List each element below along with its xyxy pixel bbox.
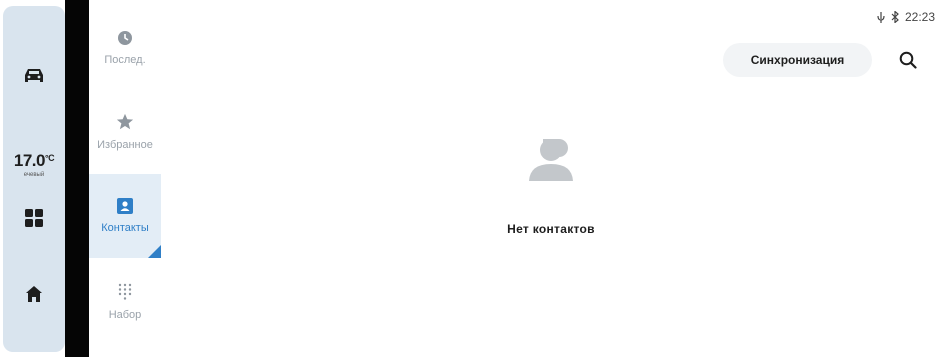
tab-favorites[interactable]: Избранное <box>89 90 161 174</box>
contact-card-icon <box>117 198 133 214</box>
divider <box>65 0 89 357</box>
phone-app: Послед. Избранное Контакты Набор 22:23 С… <box>89 6 941 352</box>
star-icon <box>116 113 134 130</box>
temperature-mode: ечевый <box>23 172 45 178</box>
phone-nav: Послед. Избранное Контакты Набор <box>89 6 161 352</box>
climate-temperature[interactable]: 17.0°C ечевый <box>3 151 65 178</box>
empty-state-message: Нет контактов <box>507 222 595 236</box>
tab-contacts-label: Контакты <box>101 222 149 234</box>
sync-button[interactable]: Синхронизация <box>723 43 872 77</box>
active-indicator <box>148 245 161 258</box>
clock-icon <box>118 31 132 45</box>
tab-favorites-label: Избранное <box>97 139 153 151</box>
apps-grid-icon <box>25 209 43 227</box>
tab-dial-label: Набор <box>108 309 142 321</box>
side-dock: 17.0°C ечевый <box>3 6 65 352</box>
search-icon <box>899 51 917 69</box>
status-time: 22:23 <box>904 10 935 24</box>
tab-contacts[interactable]: Контакты <box>89 174 161 258</box>
tab-recent[interactable]: Послед. <box>89 6 161 90</box>
apps-button[interactable] <box>3 206 65 230</box>
status-bar: 22:23 <box>877 10 935 24</box>
home-icon <box>26 286 42 302</box>
home-button[interactable] <box>3 282 65 306</box>
temperature-value: 17.0°C <box>13 151 55 170</box>
empty-contact-icon <box>529 139 573 181</box>
car-icon <box>25 69 43 82</box>
car-button[interactable] <box>3 64 65 88</box>
tab-dial[interactable]: Набор <box>89 260 161 344</box>
mic-icon <box>877 11 885 23</box>
tab-recent-label: Послед. <box>104 54 146 66</box>
bluetooth-icon <box>891 11 899 23</box>
search-button[interactable] <box>894 46 922 74</box>
dialpad-icon <box>118 283 132 300</box>
